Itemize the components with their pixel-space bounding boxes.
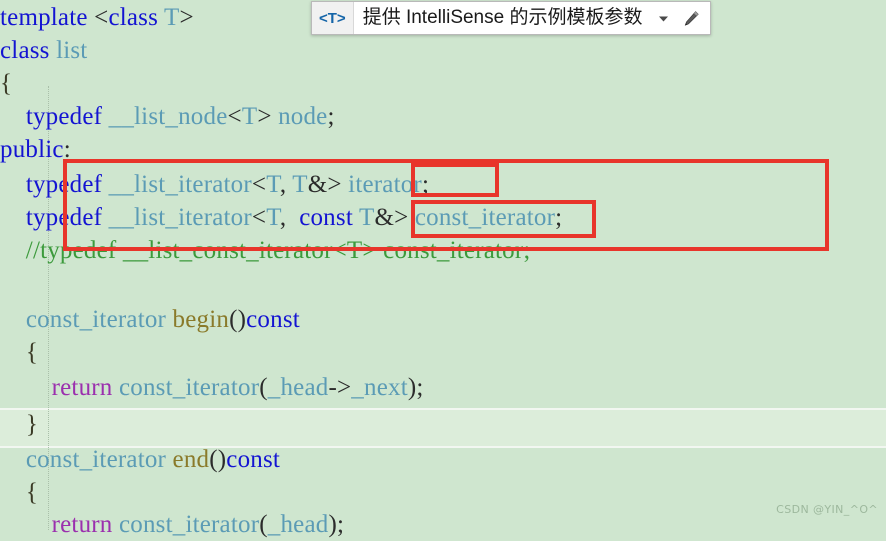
code-token: ); — [407, 374, 424, 401]
code-token: class — [0, 37, 50, 64]
tooltip-message: 提供 IntelliSense 的示例模板参数 — [362, 7, 643, 28]
tooltip-template-tag: <T> — [312, 2, 354, 34]
code-line[interactable]: //typedef __list_const_iterator<T> const… — [0, 234, 886, 267]
code-line[interactable]: const_iterator end()const — [0, 443, 886, 476]
csdn-watermark: CSDN @YIN_^O^ — [776, 503, 878, 516]
intellisense-template-tooltip[interactable]: <T> 提供 IntelliSense 的示例模板参数 — [311, 1, 712, 35]
code-token: T — [292, 171, 308, 198]
code-token: < — [227, 103, 242, 130]
code-token: , — [279, 171, 293, 198]
code-token: { — [25, 339, 39, 366]
pencil-icon[interactable] — [676, 3, 710, 33]
code-line[interactable]: return const_iterator(_head); — [0, 508, 886, 541]
code-token: const_iterator — [118, 511, 260, 538]
code-token: template — [0, 4, 95, 31]
code-token: ); — [328, 511, 345, 538]
code-line[interactable] — [0, 267, 886, 300]
code-token: &> — [374, 204, 409, 231]
code-token: const_iterator — [25, 446, 167, 473]
code-token: node — [278, 103, 328, 130]
code-token: : — [63, 136, 71, 163]
code-token: //typedef __list_const_iterator<T> const… — [0, 237, 531, 264]
code-token: () — [229, 306, 247, 333]
code-token: end — [172, 446, 210, 473]
code-token: begin — [172, 306, 230, 333]
code-token: < — [251, 204, 267, 231]
code-token: ; — [327, 103, 335, 130]
code-line[interactable]: { — [0, 336, 886, 369]
code-token: return — [51, 511, 113, 538]
code-token: iterator — [348, 171, 422, 198]
code-token: T — [358, 204, 375, 231]
code-token: list — [56, 37, 88, 64]
code-token: T — [266, 204, 280, 231]
code-line[interactable]: } — [0, 408, 886, 441]
code-token: < — [94, 4, 109, 31]
code-token: _head — [267, 511, 329, 538]
code-token: class — [108, 4, 159, 31]
code-token: T — [164, 4, 180, 31]
code-token: const — [246, 306, 300, 333]
code-token: ; — [421, 171, 430, 198]
code-token: T — [266, 171, 280, 198]
code-token: _next — [351, 374, 408, 401]
code-line[interactable]: { — [0, 67, 886, 100]
code-token: const_iterator — [25, 306, 167, 333]
code-token: { — [25, 479, 39, 506]
code-token: T — [241, 103, 258, 130]
code-token: < — [251, 171, 267, 198]
code-token: -> — [328, 374, 352, 401]
code-token: typedef — [25, 171, 103, 198]
code-text-layer[interactable]: template <class T> class list{ typedef __… — [0, 0, 886, 538]
code-token: > — [257, 103, 272, 130]
code-token: const — [226, 446, 281, 473]
code-line[interactable]: typedef __list_node<T> node; — [0, 100, 886, 133]
code-token: __list_node — [108, 103, 228, 130]
code-token: { — [0, 70, 13, 97]
code-token: typedef — [25, 204, 103, 231]
code-token: const — [299, 204, 353, 231]
code-line[interactable]: const_iterator begin()const — [0, 303, 886, 336]
code-token: const_iterator — [414, 204, 556, 231]
code-line[interactable]: class list — [0, 34, 886, 67]
code-token: } — [25, 411, 39, 438]
code-line[interactable]: { — [0, 476, 886, 509]
code-token: ; — [555, 204, 563, 231]
code-line[interactable]: return const_iterator(_head->_next); — [0, 371, 886, 404]
code-token: , — [279, 204, 300, 231]
code-editor-viewport[interactable]: template <class T> class list{ typedef __… — [0, 0, 886, 538]
code-token: () — [209, 446, 227, 473]
code-token: __list_iterator — [108, 171, 252, 198]
code-line[interactable]: typedef __list_iterator<T, T&> iterator; — [0, 168, 886, 201]
code-token: &> — [307, 171, 342, 198]
code-token: return — [51, 374, 113, 401]
code-token: ( — [259, 374, 268, 401]
code-token: const_iterator — [118, 374, 260, 401]
code-token: > — [179, 4, 194, 31]
code-token: public — [0, 136, 64, 163]
code-token: __list_iterator — [108, 204, 252, 231]
code-token: ( — [259, 511, 268, 538]
chevron-down-icon[interactable] — [650, 3, 676, 33]
code-line[interactable]: typedef __list_iterator<T, const T&> con… — [0, 201, 886, 234]
code-token: typedef — [25, 103, 103, 130]
code-token: _head — [267, 374, 329, 401]
code-line[interactable]: public: — [0, 133, 886, 166]
